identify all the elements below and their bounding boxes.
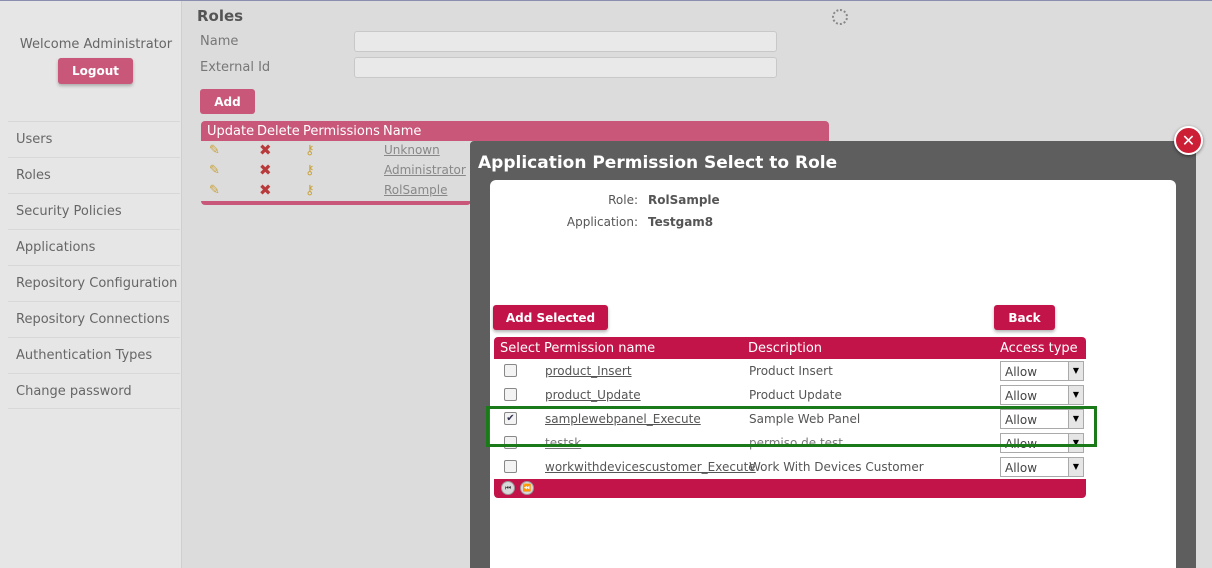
key-icon[interactable]: ⚷: [305, 163, 315, 178]
chevron-down-icon[interactable]: ▼: [1068, 458, 1083, 476]
previous-page-icon[interactable]: ⏪: [520, 481, 534, 495]
permission-description: Work With Devices Customer: [749, 460, 924, 474]
delete-x-icon[interactable]: ✖: [259, 141, 272, 159]
permission-description: Product Update: [749, 388, 842, 402]
loading-spinner-icon: [832, 9, 848, 25]
column-permissions: Permissions: [303, 124, 380, 139]
select-checkbox[interactable]: [504, 460, 517, 473]
external-id-label: External Id: [200, 60, 271, 75]
pencil-icon[interactable]: ✎: [209, 143, 220, 158]
role-name-link[interactable]: Administrator: [384, 163, 466, 177]
permission-name-link[interactable]: product_Insert: [545, 364, 632, 378]
role-label: Role:: [608, 193, 638, 207]
logout-button[interactable]: Logout: [58, 58, 133, 84]
pencil-icon[interactable]: ✎: [209, 183, 220, 198]
column-select: Select: [500, 341, 541, 356]
permission-name-link[interactable]: workwithdevicescustomer_Execute: [545, 460, 756, 474]
chevron-down-icon[interactable]: ▼: [1068, 386, 1083, 404]
sidebar-item-applications[interactable]: Applications: [8, 229, 180, 265]
key-icon[interactable]: ⚷: [305, 143, 315, 158]
sidebar-nav: Users Roles Security Policies Applicatio…: [8, 121, 180, 409]
select-checkbox[interactable]: [504, 388, 517, 401]
sidebar-item-repository-configuration[interactable]: Repository Configuration: [8, 265, 180, 301]
column-delete: Delete: [257, 124, 300, 139]
popup-title: Application Permission Select to Role: [478, 153, 838, 173]
sidebar-item-users[interactable]: Users: [8, 121, 180, 157]
external-id-input[interactable]: [354, 57, 777, 78]
selected-row-highlight: [486, 406, 1097, 447]
select-checkbox[interactable]: [504, 364, 517, 377]
role-name-link[interactable]: RolSample: [384, 183, 447, 197]
roles-grid-header: Update Delete Permissions Name: [201, 121, 829, 141]
column-name: Name: [383, 124, 422, 139]
welcome-text: Welcome Administrator: [19, 37, 173, 52]
pencil-icon[interactable]: ✎: [209, 163, 220, 178]
name-label: Name: [200, 34, 239, 49]
chevron-down-icon[interactable]: ▼: [1068, 362, 1083, 380]
role-value: RolSample: [648, 193, 720, 207]
permission-name-link[interactable]: product_Update: [545, 388, 641, 402]
delete-x-icon[interactable]: ✖: [259, 161, 272, 179]
access-type-value: Allow: [1005, 389, 1038, 403]
access-type-select[interactable]: Allow ▼: [1000, 385, 1084, 405]
page-title: Roles: [197, 7, 244, 25]
close-icon[interactable]: ✕: [1174, 126, 1203, 155]
column-access-type: Access type: [1000, 341, 1078, 356]
column-update: Update: [207, 124, 255, 139]
add-selected-button[interactable]: Add Selected: [493, 305, 608, 330]
sidebar-item-roles[interactable]: Roles: [8, 157, 180, 193]
application-value: Testgam8: [648, 215, 714, 229]
column-permission-name: Permission name: [544, 341, 656, 356]
delete-x-icon[interactable]: ✖: [259, 181, 272, 199]
sidebar: Welcome Administrator Logout Users Roles…: [0, 1, 182, 568]
table-row: product_Insert Product Insert Allow ▼: [494, 359, 1086, 383]
name-input[interactable]: [354, 31, 777, 52]
permissions-grid-header: Select Permission name Description Acces…: [494, 337, 1086, 359]
table-row: product_Update Product Update Allow ▼: [494, 383, 1086, 407]
table-row: workwithdevicescustomer_Execute Work Wit…: [494, 455, 1086, 479]
access-type-value: Allow: [1005, 365, 1038, 379]
roles-grid-footer: [201, 201, 471, 205]
back-button[interactable]: Back: [994, 305, 1055, 330]
access-type-select[interactable]: Allow ▼: [1000, 457, 1084, 477]
sidebar-item-repository-connections[interactable]: Repository Connections: [8, 301, 180, 337]
first-page-icon[interactable]: ⏮: [501, 481, 515, 495]
access-type-value: Allow: [1005, 461, 1038, 475]
role-name-link[interactable]: Unknown: [384, 143, 440, 157]
sidebar-item-authentication-types[interactable]: Authentication Types: [8, 337, 180, 373]
permission-description: Product Insert: [749, 364, 833, 378]
add-role-button[interactable]: Add: [200, 89, 255, 114]
access-type-select[interactable]: Allow ▼: [1000, 361, 1084, 381]
sidebar-item-security-policies[interactable]: Security Policies: [8, 193, 180, 229]
permissions-grid-footer: ⏮ ⏪: [494, 479, 1086, 498]
application-label: Application:: [566, 215, 638, 229]
sidebar-item-change-password[interactable]: Change password: [8, 373, 180, 409]
key-icon[interactable]: ⚷: [305, 183, 315, 198]
column-description: Description: [748, 341, 823, 356]
